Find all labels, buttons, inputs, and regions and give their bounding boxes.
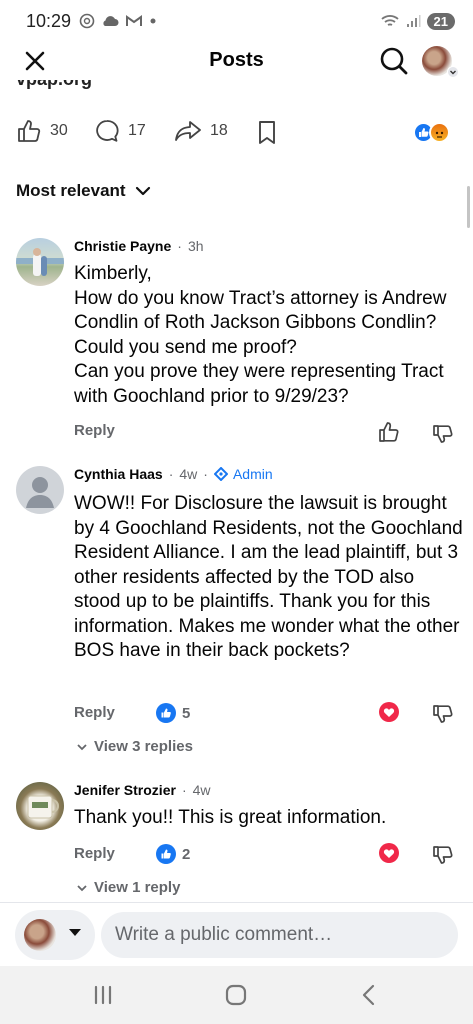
sort-label: Most relevant [16,181,126,200]
separator-dot: · [177,238,182,254]
status-notification-icons [79,13,157,29]
like-reaction-icon [156,703,176,723]
comment-input[interactable] [101,912,458,958]
like-count-value: 2 [182,845,191,863]
status-time: 10:29 [26,10,72,31]
chevron-down-icon [447,66,459,78]
thumbs-up-icon [18,120,41,142]
system-nav-bar [0,966,473,1024]
avatar[interactable] [16,782,64,830]
comment-like-count[interactable]: 5 [156,703,190,723]
avatar [24,919,56,951]
more-dot-icon [150,18,156,24]
commenter-name[interactable]: Cynthia Haas [74,466,163,482]
thumbs-down-icon[interactable] [431,702,455,726]
reply-button[interactable]: Reply [74,704,115,721]
reaction-summary[interactable] [413,122,457,144]
sort-dropdown[interactable]: Most relevant [16,181,152,201]
like-button[interactable]: 30 [16,118,68,144]
avatar[interactable] [16,466,64,514]
separator-dot: · [203,466,208,482]
comment-header: Christie Payne · 3h [74,238,204,254]
app-header: Posts [0,42,473,80]
view-replies-button[interactable]: View 1 reply [76,879,180,896]
share-button[interactable]: 18 [174,118,228,144]
angry-reaction-icon [429,122,450,143]
chevron-down-icon [135,186,150,196]
like-count-value: 5 [182,704,191,722]
status-bar: 10:29 21 [0,0,473,42]
link-preview-domain[interactable]: vpap.org [16,80,216,92]
like-reaction-icon [156,844,176,864]
comment-like-count[interactable]: 2 [156,844,190,864]
comment-header: Jenifer Strozier · 4w [74,782,211,798]
share-count: 18 [210,122,228,139]
view-replies-label: View 1 reply [94,879,181,896]
comment-icon [96,120,119,142]
like-count: 30 [50,122,68,139]
comment-button[interactable]: 17 [94,118,146,144]
thumbs-down-icon[interactable] [431,843,455,867]
comment-composer [0,902,473,966]
commenter-name[interactable]: Christie Payne [74,238,171,254]
comment-count: 17 [128,122,146,139]
wifi-icon [380,15,399,26]
avatar[interactable] [16,238,64,286]
comment-header: Cynthia Haas · 4w · Admin [74,466,273,482]
post-actions-bar: 30 17 18 [0,112,473,152]
comment-text: WOW!! For Disclosure the lawsuit is brou… [74,493,463,661]
comment-time[interactable]: 4w [193,782,211,798]
heart-reaction-icon[interactable] [377,700,401,724]
commenter-name[interactable]: Jenifer Strozier [74,782,176,798]
reply-button[interactable]: Reply [74,422,115,439]
admin-label: Admin [232,466,273,482]
close-button[interactable] [20,46,50,76]
comment-as-selector[interactable] [15,910,95,960]
comment-text: Kimberly, How do you know Tract’s attorn… [74,263,447,407]
back-button[interactable] [354,980,384,1010]
separator-dot: · [181,782,187,798]
status-system-icons: 21 [380,12,455,30]
admin-shield-icon [213,467,228,481]
heart-reaction-icon[interactable] [377,841,401,865]
share-icon [175,121,201,141]
comment-time[interactable]: 4w [179,466,197,482]
gmail-icon [126,15,143,26]
profile-menu-button[interactable] [422,44,459,78]
admin-badge[interactable]: Admin [213,466,273,482]
reply-button[interactable]: Reply [74,845,115,862]
battery-level: 21 [426,12,455,30]
link-domain-text: vpap.org [16,80,92,89]
separator-dot: · [168,466,174,482]
caret-down-icon [69,929,81,936]
comment-text: Thank you!! This is great information. [74,807,387,828]
scrollbar[interactable] [467,186,470,228]
thumbs-up-icon[interactable] [377,420,401,444]
view-replies-button[interactable]: View 3 replies [76,738,193,755]
recent-apps-button[interactable] [88,980,118,1010]
home-button[interactable] [221,980,251,1010]
search-button[interactable] [378,45,410,77]
bookmark-icon[interactable] [256,120,278,146]
messenger-notification-icon [79,13,95,29]
thumbs-down-icon[interactable] [431,422,455,446]
cloud-icon [103,16,119,26]
comment-time[interactable]: 3h [188,238,204,254]
chevron-down-icon [77,743,87,750]
signal-icon [406,15,421,27]
chevron-down-icon [77,884,87,891]
view-replies-label: View 3 replies [94,738,193,755]
